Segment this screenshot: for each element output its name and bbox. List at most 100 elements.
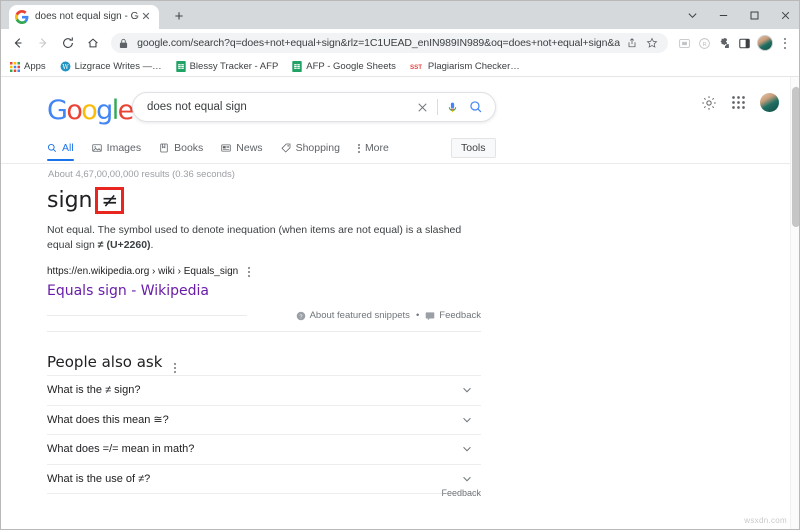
- paa-question: What is the ≠ sign?: [47, 384, 140, 396]
- chevron-down-icon[interactable]: [461, 414, 473, 426]
- bookmark-plagiarism-checker[interactable]: SST Plagiarism Checker…: [410, 61, 520, 72]
- profile-circle-icon[interactable]: R: [695, 32, 714, 54]
- book-icon: [159, 143, 169, 153]
- tab-news[interactable]: News: [221, 139, 262, 157]
- more-vertical-icon: [358, 144, 360, 153]
- page-viewport: Google does not equal sign: [1, 77, 800, 530]
- search-icon[interactable]: [469, 100, 483, 114]
- about-label: About featured snippets: [310, 310, 410, 321]
- extensions-puzzle-icon[interactable]: [715, 32, 734, 54]
- snippet-footer: ? About featured snippets • Feedback: [261, 310, 481, 321]
- feedback-link[interactable]: Feedback: [425, 310, 481, 321]
- header-divider: [1, 163, 790, 164]
- google-logo[interactable]: Google: [47, 95, 133, 126]
- question-circle-icon: ?: [296, 311, 306, 321]
- scroll-up-icon[interactable]: [793, 79, 800, 86]
- paa-heading-text: People also ask: [47, 353, 162, 371]
- gear-icon[interactable]: [701, 95, 717, 111]
- bookmark-afp-google-sheets[interactable]: AFP - Google Sheets: [292, 61, 396, 72]
- bookmark-label: Blessy Tracker - AFP: [190, 61, 279, 72]
- bookmark-blessy-tracker[interactable]: Blessy Tracker - AFP: [176, 61, 279, 72]
- tab-books[interactable]: Books: [159, 139, 203, 157]
- browser-window: does not equal sign - Google Se ✕ +: [0, 0, 800, 530]
- share-icon[interactable]: [624, 37, 640, 49]
- search-input[interactable]: does not equal sign: [133, 101, 416, 113]
- smallseotools-icon: SST: [410, 62, 424, 71]
- svg-text:SST: SST: [410, 64, 422, 71]
- clear-x-icon[interactable]: [416, 101, 429, 114]
- bookmark-label: Apps: [24, 61, 46, 72]
- footer-separator: •: [416, 310, 419, 321]
- tab-images[interactable]: Images: [92, 139, 141, 157]
- people-also-ask-heading: People also ask: [47, 351, 176, 373]
- paa-question: What does =/= mean in math?: [47, 443, 194, 455]
- close-icon[interactable]: ✕: [139, 10, 153, 24]
- svg-text:R: R: [702, 41, 706, 47]
- people-also-ask-list: What is the ≠ sign? What does this mean …: [47, 375, 481, 494]
- bookmark-lizgrace-writes[interactable]: W Lizgrace Writes —…: [60, 61, 162, 72]
- forward-button: [32, 31, 53, 55]
- google-apps-grid-icon[interactable]: [731, 95, 746, 110]
- microphone-icon[interactable]: [446, 101, 459, 114]
- kebab-menu-icon[interactable]: [248, 267, 250, 277]
- feedback-label: Feedback: [439, 310, 481, 321]
- logo-letter: G: [47, 95, 66, 126]
- google-header-icons: [687, 93, 779, 112]
- tab-search-icon[interactable]: [677, 1, 708, 29]
- maximize-button[interactable]: [739, 1, 770, 29]
- source-title-link[interactable]: Equals sign - Wikipedia: [47, 283, 209, 299]
- snippet-divider-bottom: [47, 331, 481, 332]
- news-icon: [221, 143, 231, 153]
- bookmark-label: Plagiarism Checker…: [428, 61, 520, 72]
- bookmark-label: AFP - Google Sheets: [306, 61, 396, 72]
- search-filter-tabs: All Images Books News: [47, 139, 407, 157]
- chevron-down-icon[interactable]: [461, 473, 473, 485]
- bookmark-apps[interactable]: Apps: [10, 61, 46, 72]
- source-url[interactable]: https://en.wikipedia.org › wiki › Equals…: [47, 266, 250, 277]
- close-window-button[interactable]: [770, 1, 800, 29]
- tools-button[interactable]: Tools: [451, 138, 496, 158]
- svg-text:?: ?: [299, 314, 302, 320]
- side-panel-icon[interactable]: [735, 32, 754, 54]
- kebab-menu-icon[interactable]: [174, 351, 176, 373]
- list-item[interactable]: What is the ≠ sign?: [47, 375, 481, 406]
- logo-letter: g: [96, 95, 112, 126]
- home-button[interactable]: [82, 31, 103, 55]
- tab-label: All: [62, 142, 74, 154]
- new-tab-button[interactable]: +: [169, 6, 189, 26]
- account-avatar[interactable]: [760, 93, 779, 112]
- reload-button[interactable]: [57, 31, 78, 55]
- paa-feedback-link[interactable]: Feedback: [381, 488, 481, 498]
- back-button[interactable]: [7, 31, 28, 55]
- list-item[interactable]: What does =/= mean in math?: [47, 435, 481, 465]
- minimize-button[interactable]: [708, 1, 739, 29]
- bookmark-star-icon[interactable]: [644, 37, 660, 49]
- search-box[interactable]: does not equal sign: [132, 92, 496, 122]
- media-cast-icon[interactable]: [674, 32, 693, 54]
- svg-text:W: W: [62, 64, 69, 71]
- tab-shopping[interactable]: Shopping: [281, 139, 340, 157]
- tab-label: Books: [174, 142, 203, 154]
- tab-more[interactable]: More: [358, 139, 389, 157]
- chevron-down-icon[interactable]: [461, 443, 473, 455]
- logo-letter: o: [66, 95, 81, 126]
- about-featured-snippets-link[interactable]: ? About featured snippets: [296, 310, 410, 321]
- chrome-menu-icon[interactable]: [776, 32, 795, 54]
- tab-label: News: [236, 142, 262, 154]
- browser-tab[interactable]: does not equal sign - Google Se ✕: [9, 5, 159, 29]
- search-icon: [47, 143, 57, 153]
- bookmarks-bar: Apps W Lizgrace Writes —… Blessy Tracker…: [1, 57, 800, 77]
- chevron-down-icon[interactable]: [461, 384, 473, 396]
- google-sheets-icon: [176, 61, 186, 72]
- address-bar[interactable]: google.com/search?q=does+not+equal+sign&…: [111, 33, 668, 53]
- scrollbar-thumb[interactable]: [792, 87, 800, 227]
- tab-label: Shopping: [296, 142, 340, 154]
- logo-letter: e: [118, 95, 133, 126]
- tab-all[interactable]: All: [47, 139, 74, 157]
- avatar-icon[interactable]: [755, 32, 774, 54]
- image-icon: [92, 143, 102, 153]
- list-item[interactable]: What does this mean ≅?: [47, 406, 481, 436]
- highlighted-symbol: ≠: [95, 187, 124, 214]
- wordpress-icon: W: [60, 61, 71, 72]
- page-scrollbar[interactable]: [790, 77, 800, 530]
